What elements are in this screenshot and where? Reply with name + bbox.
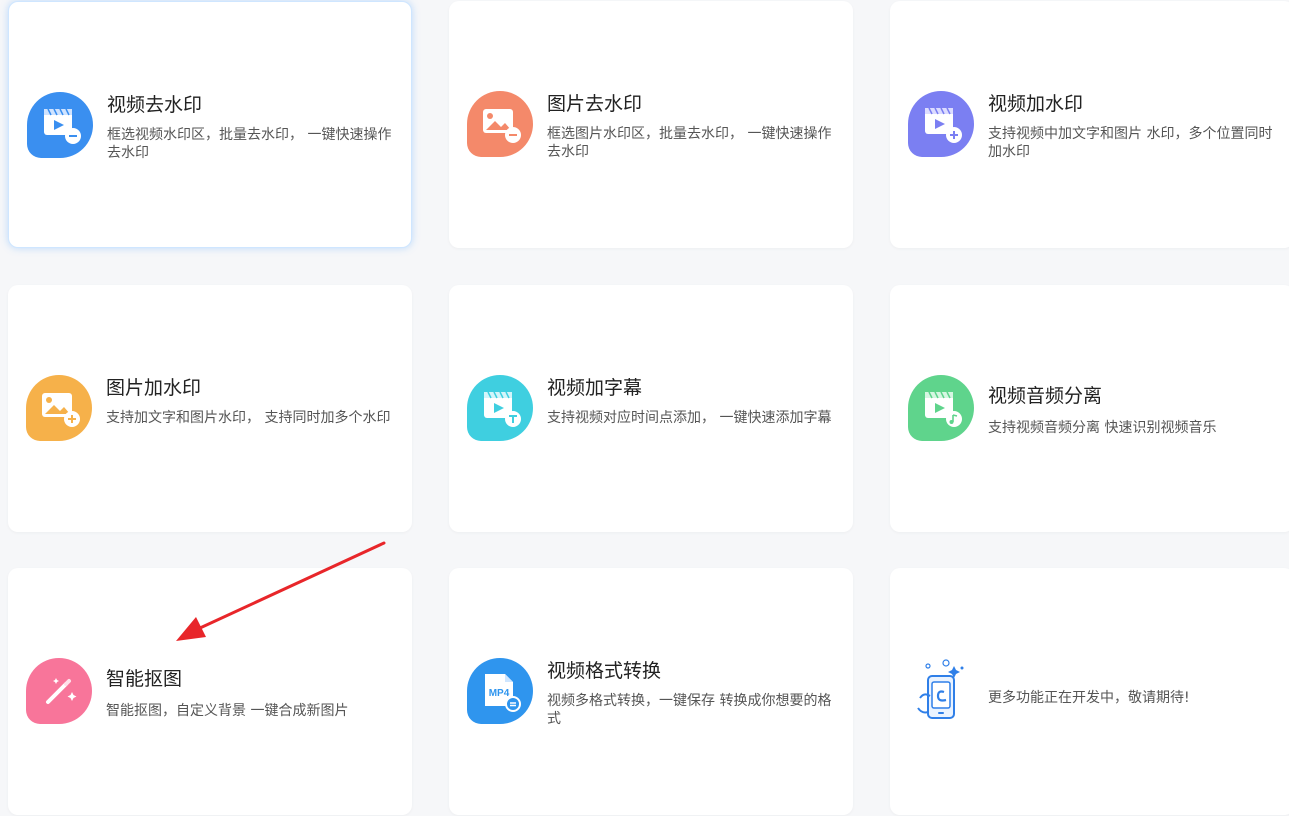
video-add-watermark-icon [908,91,974,157]
video-add-subtitle-icon [467,375,533,441]
card-more-coming: 更多功能正在开发中，敬请期待! [890,568,1289,815]
card-title: 视频音频分离 [988,385,1103,407]
card-title: 视频格式转换 [547,660,662,682]
card-video-add-watermark[interactable]: 视频加水印 支持视频中加文字和图片 水印，多个位置同时加水印 [890,1,1289,248]
video-remove-watermark-icon [27,92,93,158]
card-description: 支持加文字和图片水印， 支持同时加多个水印 [106,410,391,426]
card-description: 智能抠图，自定义背景 一键合成新图片 [106,703,349,719]
card-title: 智能抠图 [106,668,183,690]
card-description: 支持视频对应时间点添加， 一键快速添加字幕 [547,410,832,426]
card-image-remove-watermark[interactable]: 图片去水印 框选图片水印区，批量去水印， 一键快速操作去水印 [449,1,853,248]
card-image-add-watermark[interactable]: 图片加水印 支持加文字和图片水印， 支持同时加多个水印 [8,285,412,532]
mp4-badge: MP4 [489,688,510,699]
card-description: 框选图片水印区，批量去水印， 一键快速操作去水印 [547,126,832,160]
card-smart-cutout[interactable]: 智能抠图 智能抠图，自定义背景 一键合成新图片 [8,568,412,815]
card-video-format-convert[interactable]: MP4 视频格式转换 视频多格式转换，一键保存 转换成你想要的格式 [449,568,853,815]
image-add-watermark-icon [26,375,92,441]
image-remove-watermark-icon [467,91,533,157]
card-title: 视频去水印 [107,94,203,116]
card-title: 图片去水印 [547,93,643,115]
developing-phone-icon [908,658,974,724]
card-video-audio-separate[interactable]: 视频音频分离 支持视频音频分离 快速识别视频音乐 [890,285,1289,532]
card-description: 视频多格式转换，一键保存 转换成你想要的格式 [547,693,832,727]
magic-wand-icon [26,658,92,724]
card-title: 图片加水印 [106,377,202,399]
card-title: 视频加字幕 [547,377,643,399]
card-description: 框选视频水印区，批量去水印， 一键快速操作去水印 [107,127,392,161]
card-description: 支持视频音频分离 快速识别视频音乐 [988,420,1217,436]
card-video-remove-watermark[interactable]: 视频去水印 框选视频水印区，批量去水印， 一键快速操作去水印 [8,1,412,248]
card-video-add-subtitle[interactable]: 视频加字幕 支持视频对应时间点添加， 一键快速添加字幕 [449,285,853,532]
mp4-convert-icon: MP4 [467,658,533,724]
card-description: 支持视频中加文字和图片 水印，多个位置同时加水印 [988,126,1273,160]
video-audio-separate-icon [908,375,974,441]
card-description: 更多功能正在开发中，敬请期待! [988,690,1190,706]
card-title: 视频加水印 [988,93,1084,115]
